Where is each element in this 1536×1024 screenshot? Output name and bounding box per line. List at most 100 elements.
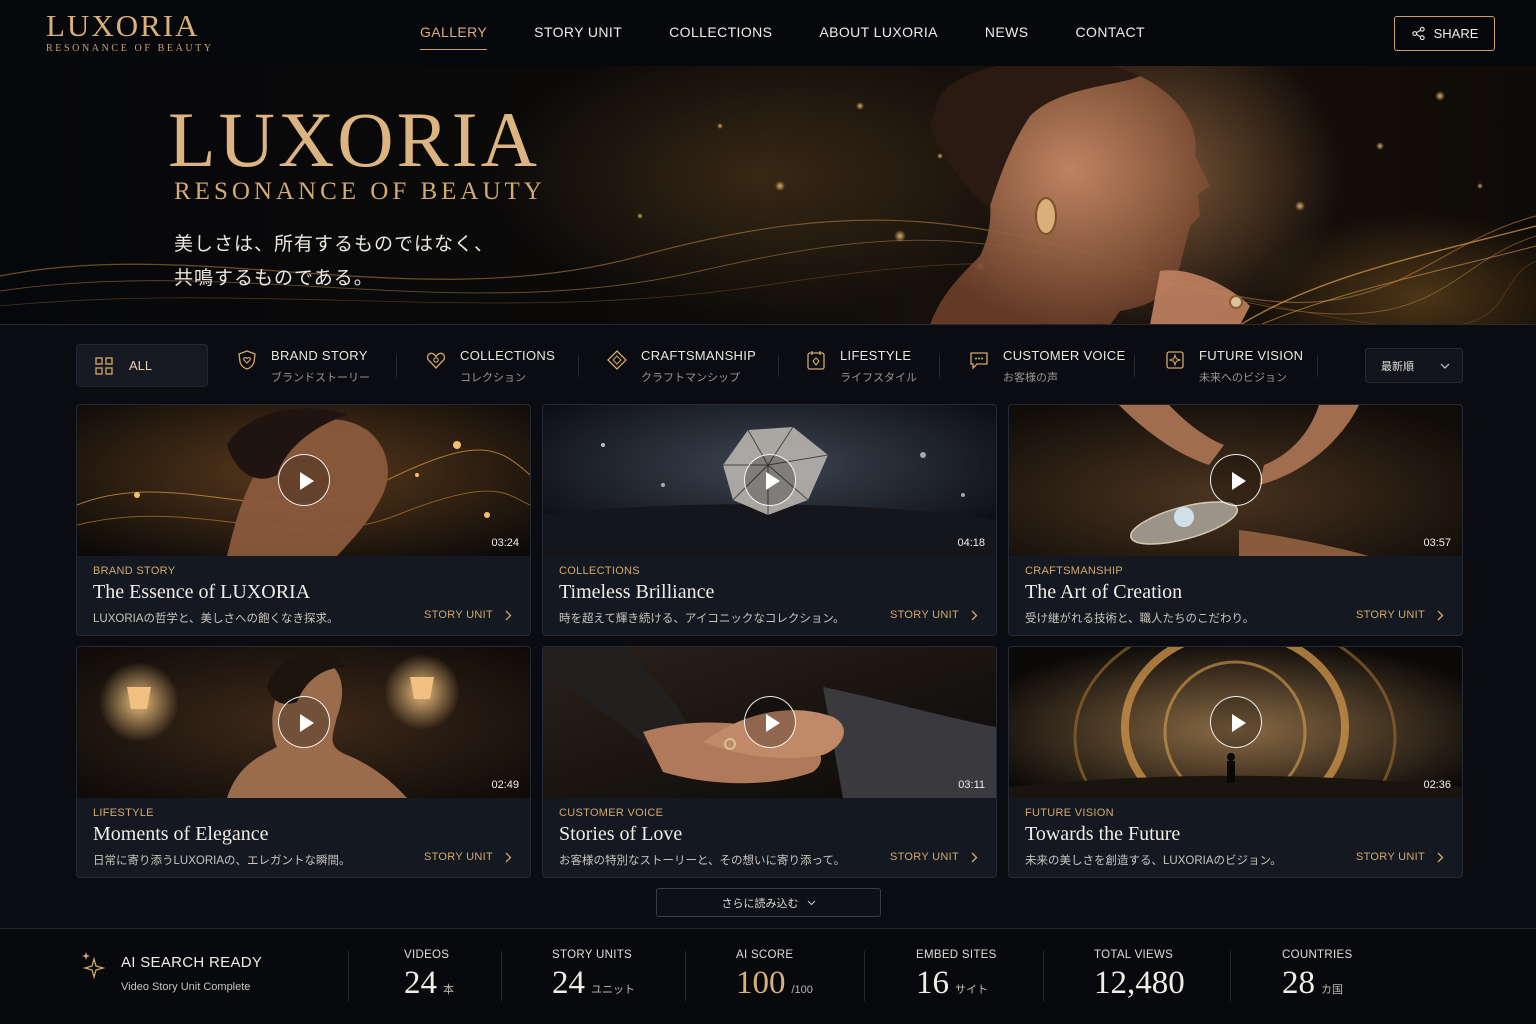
card-title[interactable]: The Art of Creation (1025, 581, 1182, 604)
filter-collections[interactable]: COLLECTIONS コレクション (425, 348, 555, 385)
diamond-icon (607, 350, 627, 370)
video-thumbnail[interactable]: 03:11 (543, 647, 996, 798)
stat-label: VIDEOS (404, 949, 450, 961)
filter-label-en: BRAND STORY (271, 348, 368, 363)
stat-countries: COUNTRIES 28 カ国 (1282, 949, 1352, 1002)
filter-label-en: COLLECTIONS (460, 348, 556, 363)
video-duration: 02:36 (1423, 779, 1451, 791)
sparkle-icon (82, 952, 106, 980)
filter-all[interactable]: ALL (76, 344, 208, 387)
stat-story-units: STORY UNITS 24 ユニット (552, 949, 635, 1002)
video-thumbnail[interactable]: 02:36 (1009, 647, 1462, 798)
story-unit-link[interactable]: STORY UNIT (424, 851, 512, 863)
stat-unit: ユニット (591, 984, 635, 996)
video-card[interactable]: 03:24 BRAND STORY The Essence of LUXORIA… (76, 404, 531, 636)
logo-tagline: RESONANCE OF BEAUTY (46, 43, 214, 54)
story-unit-link[interactable]: STORY UNIT (1356, 851, 1444, 863)
filter-label-en: LIFESTYLE (840, 348, 912, 363)
logo[interactable]: LUXORIA RESONANCE OF BEAUTY (46, 8, 214, 55)
play-button[interactable] (278, 696, 330, 748)
story-unit-link[interactable]: STORY UNIT (424, 609, 512, 621)
card-title[interactable]: Towards the Future (1025, 823, 1180, 846)
filter-label-jp: クラフトマンシップ (641, 372, 740, 384)
sort-select[interactable]: 最新順 (1365, 348, 1463, 383)
play-button[interactable] (744, 454, 796, 506)
filter-label-en: FUTURE VISION (1199, 348, 1304, 363)
video-card[interactable]: 03:57 CRAFTSMANSHIP The Art of Creation … (1008, 404, 1463, 636)
play-button[interactable] (1210, 454, 1262, 506)
chevron-right-icon (971, 852, 978, 862)
filter-future-vision[interactable]: FUTURE VISION 未来へのビジョン (1164, 348, 1303, 385)
card-description: 未来の美しさを創造する、LUXORIAのビジョン。 (1025, 855, 1282, 867)
story-unit-link-label: STORY UNIT (1355, 851, 1425, 863)
play-button[interactable] (744, 696, 796, 748)
video-duration: 03:57 (1423, 537, 1451, 549)
share-button[interactable]: SHARE (1394, 16, 1495, 51)
filter-customer-voice[interactable]: CUSTOMER VOICE お客様の声 (968, 348, 1125, 385)
story-unit-link[interactable]: STORY UNIT (890, 851, 978, 863)
stat-unit: サイト (955, 984, 988, 996)
divider (864, 951, 865, 1001)
hero-title: LUXORIA (168, 96, 540, 183)
video-card[interactable]: 03:11 CUSTOMER VOICE Stories of Love お客様… (542, 646, 997, 878)
card-category: BRAND STORY (93, 565, 176, 577)
nav-gallery[interactable]: GALLERY (420, 24, 488, 50)
play-button[interactable] (1210, 696, 1262, 748)
filter-lifestyle[interactable]: LIFESTYLE ライフスタイル (805, 348, 917, 385)
video-card[interactable]: 02:36 FUTURE VISION Towards the Future 未… (1008, 646, 1463, 878)
chevron-right-icon (505, 852, 512, 862)
stat-value: 16 (916, 965, 949, 1001)
story-unit-link[interactable]: STORY UNIT (1356, 609, 1444, 621)
heart-icon (426, 352, 446, 369)
filter-craftsmanship[interactable]: CRAFTSMANSHIP クラフトマンシップ (606, 348, 756, 385)
stat-ai-score: AI SCORE 100/100 (736, 949, 813, 1002)
filter-brand-story[interactable]: BRAND STORY ブランドストーリー (236, 348, 370, 385)
hero-tagline-line1: 美しさは、所有するものではなく、 (174, 234, 495, 255)
filter-label-jp: ブランドストーリー (271, 372, 370, 384)
chevron-down-icon (807, 900, 815, 905)
nav-about[interactable]: ABOUT LUXORIA (819, 24, 938, 50)
card-title[interactable]: Stories of Love (559, 823, 682, 846)
stat-value: 12,480 (1094, 965, 1185, 1001)
stat-value: 24 (404, 965, 437, 1001)
stat-videos: VIDEOS 24 本 (404, 949, 454, 1002)
stat-label: EMBED SITES (916, 949, 997, 961)
hero-tagline-line2: 共鳴するものである。 (174, 268, 374, 289)
load-more-button[interactable]: さらに読み込む (656, 888, 881, 917)
video-duration: 03:24 (491, 537, 519, 549)
video-thumbnail[interactable]: 04:18 (543, 405, 996, 556)
chevron-right-icon (1437, 852, 1444, 862)
video-thumbnail[interactable]: 02:49 (77, 647, 530, 798)
share-label: SHARE (1433, 26, 1479, 41)
stat-label: STORY UNITS (552, 949, 632, 961)
video-card[interactable]: 02:49 LIFESTYLE Moments of Elegance 日常に寄… (76, 646, 531, 878)
filter-label-en: CUSTOMER VOICE (1003, 348, 1126, 363)
stat-unit: カ国 (1321, 984, 1343, 996)
stat-unit: /100 (791, 984, 813, 996)
nav-story-unit[interactable]: STORY UNIT (534, 24, 622, 50)
story-unit-link-label: STORY UNIT (889, 609, 959, 621)
category-filter-bar: ALL BRAND STORY ブランドストーリー COLLECTIONS コレクシ… (76, 343, 1464, 388)
logo-title: LUXORIA (46, 8, 200, 43)
card-title[interactable]: Timeless Brilliance (559, 581, 714, 604)
card-description: お客様の特別なストーリーと、その想いに寄り添って。 (559, 855, 846, 867)
card-category: LIFESTYLE (93, 807, 154, 819)
video-thumbnail[interactable]: 03:24 (77, 405, 530, 556)
story-unit-link-label: STORY UNIT (1355, 609, 1425, 621)
nav-contact[interactable]: CONTACT (1076, 24, 1145, 50)
main-nav: GALLERY STORY UNIT COLLECTIONS ABOUT LUX… (420, 24, 1192, 50)
nav-news[interactable]: NEWS (985, 24, 1029, 50)
play-button[interactable] (278, 454, 330, 506)
card-category: COLLECTIONS (559, 565, 640, 577)
video-thumbnail[interactable]: 03:57 (1009, 405, 1462, 556)
card-category: FUTURE VISION (1025, 807, 1114, 819)
nav-collections[interactable]: COLLECTIONS (669, 24, 772, 50)
shield-heart-icon (238, 350, 256, 370)
story-unit-link[interactable]: STORY UNIT (890, 609, 978, 621)
divider (578, 355, 579, 377)
stat-label: TOTAL VIEWS (1094, 949, 1174, 961)
card-title[interactable]: Moments of Elegance (93, 823, 269, 846)
card-title[interactable]: The Essence of LUXORIA (93, 581, 310, 604)
stat-total-views: TOTAL VIEWS 12,480 (1094, 949, 1191, 1002)
video-card[interactable]: 04:18 COLLECTIONS Timeless Brilliance 時を… (542, 404, 997, 636)
